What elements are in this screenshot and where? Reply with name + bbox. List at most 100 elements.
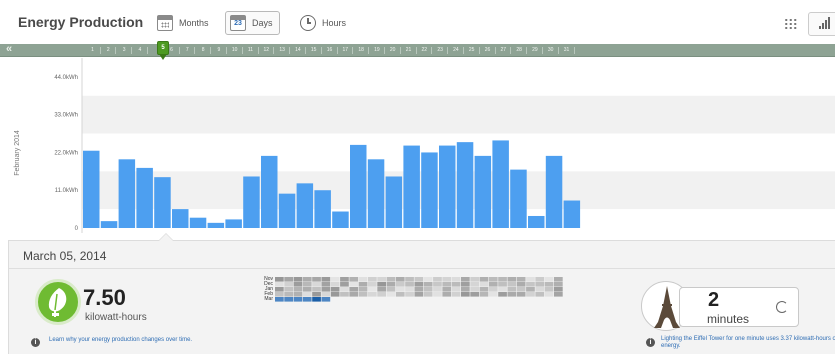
chart-bar	[154, 177, 171, 228]
heatmap-cell	[461, 287, 470, 292]
heatmap-cell	[321, 287, 331, 292]
timeline-separator	[320, 47, 322, 54]
minutes-box: 2 minutes	[679, 287, 799, 327]
heatmap-cell	[554, 282, 563, 287]
heatmap-cells	[275, 277, 563, 302]
heatmap-cell	[377, 282, 386, 287]
timeline-separator	[510, 47, 512, 54]
timeline-day[interactable]: 13	[278, 46, 287, 55]
timeline-day[interactable]: 4	[135, 46, 144, 55]
tab-days[interactable]: 23 Days	[225, 11, 280, 35]
timeline-day[interactable]: 2	[104, 46, 113, 55]
timeline-separator	[368, 47, 370, 54]
heatmap-cell	[340, 292, 349, 297]
timeline-separator	[352, 47, 354, 54]
heatmap-cell	[284, 297, 293, 302]
tab-hours[interactable]: Hours	[296, 11, 352, 35]
heatmap-cell	[275, 287, 284, 292]
timeline-day[interactable]: 8	[199, 46, 208, 55]
heatmap-cell	[395, 292, 405, 297]
timeline-day[interactable]: 31	[562, 46, 571, 55]
heatmap-cell	[340, 282, 349, 287]
timeline-day[interactable]: 24	[451, 46, 460, 55]
heatmap-cell	[461, 282, 470, 287]
chart-bar	[385, 176, 403, 228]
heatmap-cell	[461, 277, 470, 282]
heatmap-cell	[302, 297, 312, 302]
learn-more-link[interactable]: Learn why your energy production changes…	[49, 337, 229, 344]
heatmap-cell	[442, 287, 452, 292]
heatmap-cell	[302, 282, 312, 287]
heatmap-cell	[507, 282, 517, 287]
heatmap-cell	[498, 287, 507, 292]
timeline-day[interactable]: 17	[341, 46, 350, 55]
heatmap-cell	[451, 292, 461, 297]
clock-icon	[300, 15, 316, 31]
chart-bar	[545, 155, 563, 228]
timeline-day[interactable]: 29	[530, 46, 539, 55]
timeline-day[interactable]: 19	[372, 46, 381, 55]
timeline-day[interactable]: 21	[404, 46, 413, 55]
heatmap-cell	[293, 287, 303, 292]
heatmap-cell	[405, 277, 414, 282]
day-timeline[interactable]: « 1 2 3 4 6 7 8 9 10 11 12 13 14 15 16 17 18 19 20 21 22 23 24…	[0, 41, 835, 60]
timeline-day[interactable]: 26	[483, 46, 492, 55]
heatmap-cell	[349, 277, 359, 282]
heatmap-cell	[544, 277, 554, 282]
heatmap-cell	[544, 282, 554, 287]
heatmap-cell	[516, 282, 526, 287]
grid-view-icon[interactable]	[784, 18, 798, 30]
tab-months[interactable]: Months	[153, 11, 215, 35]
heatmap-cell	[498, 292, 507, 297]
timeline-day[interactable]: 3	[120, 46, 129, 55]
leaf-plug-icon	[35, 279, 81, 325]
timeline-day[interactable]: 23	[436, 46, 445, 55]
heatmap-cell	[507, 287, 517, 292]
heatmap-cell	[526, 282, 535, 287]
info-icon: i	[646, 338, 655, 347]
heatmap-cell	[423, 292, 433, 297]
timeline-day[interactable]: 11	[246, 46, 255, 55]
timeline-day[interactable]: 28	[515, 46, 524, 55]
timeline-prev-button[interactable]: «	[6, 43, 12, 55]
timeline-day[interactable]: 7	[183, 46, 192, 55]
chart-bar	[350, 144, 367, 228]
chart-bar	[207, 222, 225, 228]
heatmap-cell	[330, 287, 340, 292]
energy-unit: kilowatt-hours	[85, 312, 147, 323]
heatmap-cell	[368, 277, 377, 282]
heatmap-cell	[451, 282, 461, 287]
heatmap-cell	[535, 282, 545, 287]
timeline-separator	[526, 47, 528, 54]
timeline-day[interactable]: 1	[88, 46, 97, 55]
timeline-day[interactable]: 22	[420, 46, 429, 55]
timeline-separator	[115, 47, 117, 54]
y-tick-label: 44.0kWh	[54, 75, 78, 81]
chart-bar	[563, 200, 581, 228]
timeline-separator	[541, 47, 543, 54]
timeline-day[interactable]: 18	[357, 46, 366, 55]
detail-pointer-fill	[159, 234, 173, 241]
eiffel-comparison-text: Lighting the Eiffel Tower for one minute…	[661, 336, 835, 349]
heatmap-cell	[535, 292, 545, 297]
timeline-day[interactable]: 12	[262, 46, 271, 55]
chart-bar	[225, 219, 242, 228]
refresh-icon[interactable]	[776, 301, 788, 313]
timeline-day[interactable]: 27	[499, 46, 508, 55]
timeline-day[interactable]: 16	[325, 46, 334, 55]
timeline-day[interactable]: 30	[546, 46, 555, 55]
timeline-day[interactable]: 20	[388, 46, 397, 55]
timeline-day[interactable]: 9	[214, 46, 223, 55]
energy-bar-chart: 0 11.0kWh 22.0kWh 33.0kWh 44.0kWh February 20…	[0, 58, 835, 233]
timeline-day[interactable]: 10	[230, 46, 239, 55]
timeline-day[interactable]: 25	[467, 46, 476, 55]
chart-bar	[118, 159, 136, 228]
heatmap-cell	[312, 297, 321, 302]
timeline-day[interactable]: 14	[293, 46, 302, 55]
bar-chart-view-button[interactable]	[808, 12, 835, 36]
timeline-day[interactable]: 15	[309, 46, 318, 55]
heatmap-cell	[349, 287, 359, 292]
heatmap-cell	[293, 297, 303, 302]
heatmap-cell	[488, 282, 498, 287]
heatmap-cell	[479, 282, 489, 287]
